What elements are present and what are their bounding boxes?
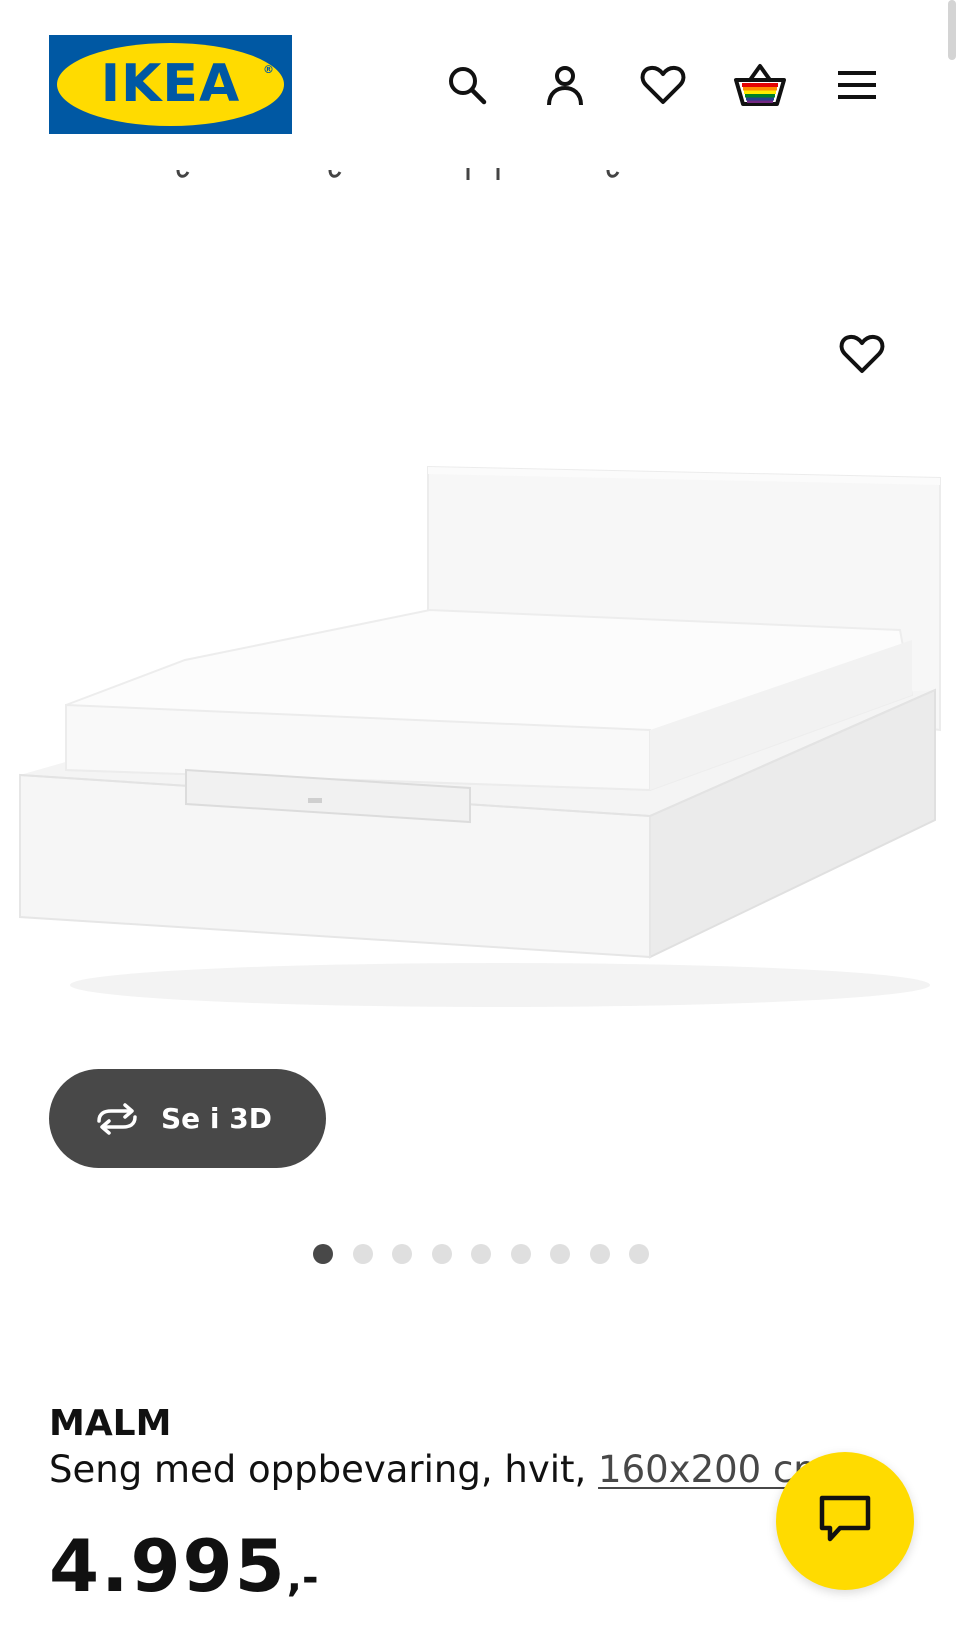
chat-bubble-icon	[818, 1494, 872, 1548]
menu-hamburger-icon[interactable]	[830, 58, 884, 112]
view-in-3d-button[interactable]: Se i 3D	[49, 1069, 326, 1168]
pagination-dot-6[interactable]	[510, 1244, 531, 1264]
logo-registered-mark: ®	[263, 63, 274, 76]
pagination-dot-3[interactable]	[392, 1244, 412, 1264]
ikea-logo[interactable]: IKEA ®	[49, 35, 292, 134]
pagination-dot-4[interactable]	[431, 1244, 452, 1264]
pagination-dot-5[interactable]	[471, 1244, 491, 1264]
wishlist-heart-icon[interactable]	[636, 58, 690, 112]
price-suffix: ,-	[286, 1555, 319, 1601]
product-description: Seng med oppbevaring, hvit, 160x200 cm	[49, 1448, 829, 1491]
pagination-dot-8[interactable]	[589, 1244, 610, 1264]
pagination-dot-7[interactable]	[550, 1244, 570, 1264]
product-image-bed[interactable]	[0, 440, 960, 1040]
cart-basket-icon[interactable]	[733, 58, 787, 112]
rotate-3d-icon	[91, 1101, 147, 1137]
pagination-dot-2[interactable]	[352, 1244, 373, 1264]
gallery-pagination-dots	[313, 1244, 669, 1264]
view-in-3d-label: Se i 3D	[161, 1102, 272, 1135]
product-description-text: Seng med oppbevaring, hvit,	[49, 1448, 587, 1491]
logo-text: IKEA	[100, 54, 241, 114]
product-name: MALM	[49, 1403, 172, 1444]
pagination-dot-9[interactable]	[629, 1244, 649, 1264]
clipped-text-row	[150, 168, 650, 192]
site-header: IKEA ®	[0, 0, 960, 150]
price-amount: 4.995	[49, 1524, 287, 1608]
product-price: 4.995,-	[49, 1530, 319, 1602]
account-icon[interactable]	[538, 58, 592, 112]
pagination-dot-1[interactable]	[313, 1244, 333, 1264]
chat-button[interactable]	[776, 1452, 914, 1590]
add-to-favourites-icon[interactable]	[835, 327, 889, 381]
search-icon[interactable]	[440, 58, 494, 112]
